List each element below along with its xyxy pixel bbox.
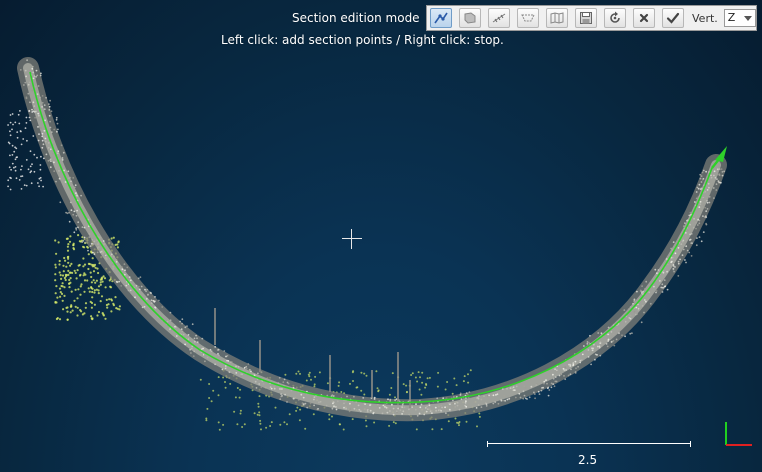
import-section-button[interactable] (459, 8, 481, 28)
scale-label: 2.5 (578, 453, 598, 467)
mode-title: Section edition mode (292, 11, 420, 25)
export-sections-icon (580, 12, 592, 24)
vertical-axis-value: Z (727, 11, 736, 24)
point-cloud (7, 57, 727, 431)
reset-button[interactable] (604, 8, 626, 28)
section-toolbar: Vert. Z (426, 5, 757, 31)
generate-orthogonal-sections-icon (492, 13, 506, 23)
point-cloud-band-outer (17, 57, 727, 422)
unfold-icon (550, 12, 564, 24)
validate-icon (666, 12, 680, 24)
generate-orthogonal-sections-button[interactable] (488, 8, 510, 28)
point-cloud-band-inner (23, 63, 721, 416)
unfold-button[interactable] (546, 8, 568, 28)
axis-triad-icon (725, 422, 752, 446)
extract-cloud-sections-icon (521, 14, 535, 22)
reset-icon (610, 11, 620, 23)
mode-hint: Left click: add section points / Right c… (221, 33, 504, 47)
extract-cloud-sections-button[interactable] (517, 8, 539, 28)
vertical-axis-label: Vert. (692, 11, 718, 25)
import-section-icon (464, 12, 476, 24)
edit-polyline-icon (434, 12, 448, 24)
crosshair-icon (342, 229, 362, 249)
edit-polyline-button[interactable] (430, 8, 452, 28)
scale-bar (487, 441, 691, 447)
vertical-axis-select[interactable]: Z (723, 9, 756, 27)
chevron-down-icon (743, 16, 752, 21)
3d-viewport[interactable]: Section edition mode Left click: add sec… (0, 0, 762, 472)
point-cloud-speckle (7, 59, 726, 417)
export-sections-button[interactable] (575, 8, 597, 28)
cancel-button[interactable] (633, 8, 655, 28)
validate-button[interactable] (662, 8, 684, 28)
section-polyline (29, 71, 713, 404)
cancel-icon (639, 13, 649, 23)
